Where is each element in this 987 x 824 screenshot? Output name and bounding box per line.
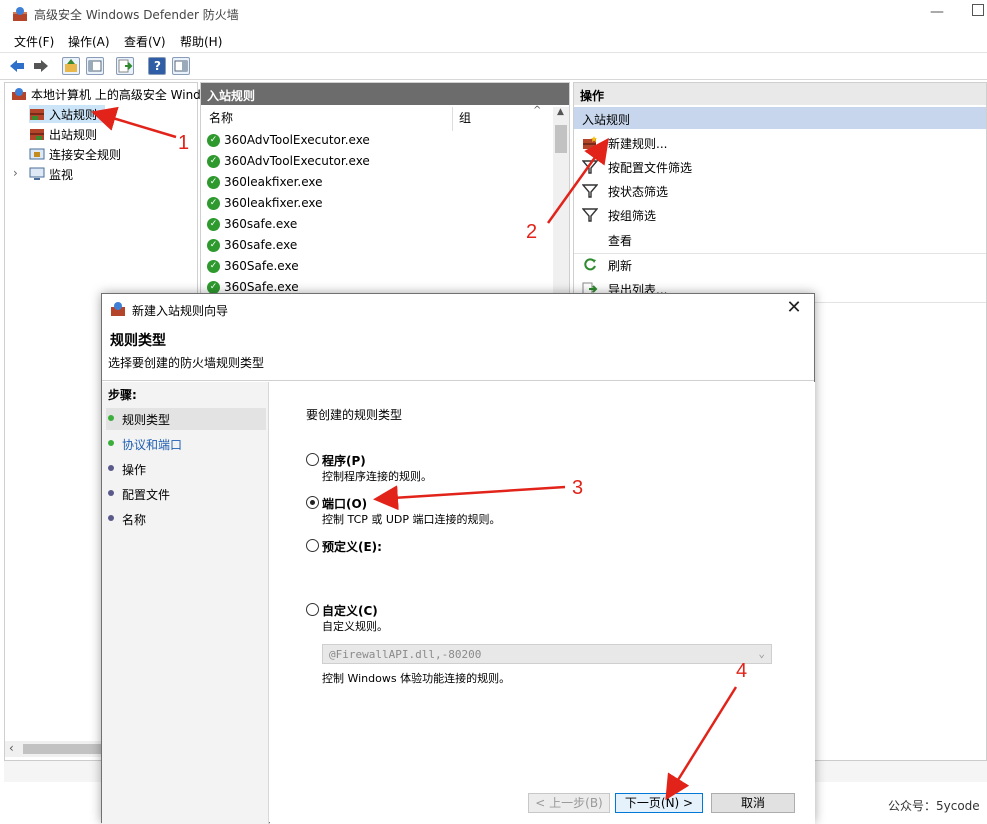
radio-custom[interactable]	[306, 603, 319, 616]
maximize-button[interactable]	[972, 4, 984, 16]
step-dot-icon	[108, 465, 114, 471]
scroll-thumb[interactable]	[23, 744, 103, 754]
step-dot-icon	[108, 515, 114, 521]
export-icon[interactable]	[116, 57, 134, 75]
annotation-number: 2	[526, 221, 538, 243]
scroll-thumb[interactable]	[555, 125, 567, 153]
menu-bar: 文件(F) 操作(A) 查看(V) 帮助(H)	[0, 29, 987, 51]
table-row[interactable]: ✓ 360leakfixer.exe	[207, 175, 323, 196]
step-rule-type[interactable]: 规则类型	[106, 408, 266, 430]
outbound-rules-icon	[30, 129, 44, 140]
filter-icon	[582, 208, 598, 222]
page-subtitle: 选择要创建的防火墙规则类型	[108, 356, 265, 370]
chevron-down-icon: ⌄	[758, 647, 765, 660]
rule-type-prompt: 要创建的规则类型	[306, 408, 403, 422]
column-group[interactable]: 组	[459, 109, 471, 131]
menu-view[interactable]: 查看(V)	[124, 33, 166, 50]
watermark: 公众号：5ycode	[888, 799, 980, 813]
step-dot-icon	[108, 415, 114, 421]
filter-icon	[582, 160, 598, 174]
step-profile[interactable]: 配置文件	[106, 483, 266, 505]
radio-port[interactable]	[306, 496, 319, 509]
filter-icon	[582, 184, 598, 198]
rules-vscrollbar[interactable]: ▲	[553, 107, 569, 297]
table-row[interactable]: ✓ 360safe.exe	[207, 238, 297, 259]
back-button[interactable]: < 上一步(B)	[528, 793, 610, 813]
close-icon[interactable]: ✕	[782, 298, 806, 320]
enabled-check-icon: ✓	[207, 197, 220, 210]
wizard-steps: 步骤: 规则类型 协议和端口 操作 配置文件 名称	[102, 382, 269, 824]
chevron-right-icon[interactable]: ›	[13, 166, 18, 180]
back-arrow-icon[interactable]	[8, 58, 26, 74]
window-titlebar: 高级安全 Windows Defender 防火墙 —	[0, 0, 987, 28]
forward-arrow-icon[interactable]	[32, 58, 50, 74]
table-row[interactable]: ✓ 360Safe.exe	[207, 259, 299, 280]
toolbar: ?	[0, 52, 987, 80]
menu-action[interactable]: 操作(A)	[68, 33, 110, 50]
radio-predefined[interactable]	[306, 539, 319, 552]
enabled-check-icon: ✓	[207, 176, 220, 189]
enabled-check-icon: ✓	[207, 155, 220, 168]
enabled-check-icon: ✓	[207, 218, 220, 231]
firewall-app-icon	[13, 7, 27, 21]
dialog-titlebar: 新建入站规则向导 ✕	[102, 294, 814, 324]
connection-security-icon	[29, 148, 45, 160]
table-row[interactable]: ✓ 360AdvToolExecutor.exe	[207, 154, 370, 175]
help-icon[interactable]: ?	[148, 57, 166, 75]
up-folder-icon[interactable]	[62, 57, 80, 75]
show-action-pane-icon[interactable]	[172, 57, 190, 75]
firewall-app-icon	[111, 302, 125, 316]
tree-item-inbound-rules[interactable]: 入站规则	[29, 105, 105, 123]
table-row[interactable]: ✓ 360safe.exe	[207, 217, 297, 238]
table-row[interactable]: ✓ 360leakfixer.exe	[207, 196, 323, 217]
scroll-left-icon[interactable]: ‹	[9, 741, 14, 755]
next-button[interactable]: 下一页(N) >	[615, 793, 703, 813]
column-name[interactable]: 名称	[209, 109, 233, 131]
inbound-rules-icon	[30, 109, 44, 120]
radio-program[interactable]	[306, 453, 319, 466]
sort-up-icon: ^	[533, 105, 542, 116]
table-row[interactable]: ✓ 360AdvToolExecutor.exe	[207, 133, 370, 154]
cancel-button[interactable]: 取消	[711, 793, 795, 813]
actions-subheader[interactable]: 入站规则	[574, 107, 986, 129]
rules-panel-header: 入站规则	[201, 83, 569, 105]
dialog-title: 新建入站规则向导	[132, 304, 229, 318]
wizard-content: 要创建的规则类型 程序(P) 控制程序连接的规则。 端口(O) 控制 TCP 或…	[270, 382, 815, 824]
window-title: 高级安全 Windows Defender 防火墙	[34, 8, 239, 22]
new-inbound-rule-wizard: 新建入站规则向导 ✕ 规则类型 选择要创建的防火墙规则类型 步骤: 规则类型 协…	[101, 293, 815, 824]
show-tree-icon[interactable]	[86, 57, 104, 75]
scroll-up-icon[interactable]: ▲	[557, 107, 564, 117]
step-dot-icon	[108, 440, 114, 446]
divider	[574, 253, 986, 254]
actions-header: 操作	[574, 83, 986, 105]
predefined-desc: 控制 Windows 体验功能连接的规则。	[322, 672, 511, 685]
enabled-check-icon: ✓	[207, 239, 220, 252]
enabled-check-icon: ✓	[207, 260, 220, 273]
annotation-number: 3	[572, 477, 584, 499]
minimize-button[interactable]: —	[930, 4, 944, 20]
step-protocol-port[interactable]: 协议和端口	[106, 433, 266, 455]
menu-file[interactable]: 文件(F)	[14, 33, 54, 50]
page-title: 规则类型	[110, 333, 166, 349]
dialog-header: 规则类型 选择要创建的防火墙规则类型	[102, 324, 814, 381]
annotation-number: 1	[178, 132, 190, 154]
step-action[interactable]: 操作	[106, 458, 266, 480]
menu-help[interactable]: 帮助(H)	[180, 33, 222, 50]
annotation-number: 4	[736, 660, 748, 682]
steps-label: 步骤:	[108, 388, 137, 402]
new-rule-icon	[583, 136, 597, 149]
step-name[interactable]: 名称	[106, 508, 266, 530]
refresh-icon	[584, 258, 596, 271]
step-dot-icon	[108, 490, 114, 496]
firewall-icon	[12, 88, 26, 100]
monitor-icon	[29, 167, 45, 180]
enabled-check-icon: ✓	[207, 134, 220, 147]
predefined-select[interactable]: @FirewallAPI.dll,-80200 ⌄	[322, 644, 772, 664]
column-divider	[452, 107, 453, 131]
